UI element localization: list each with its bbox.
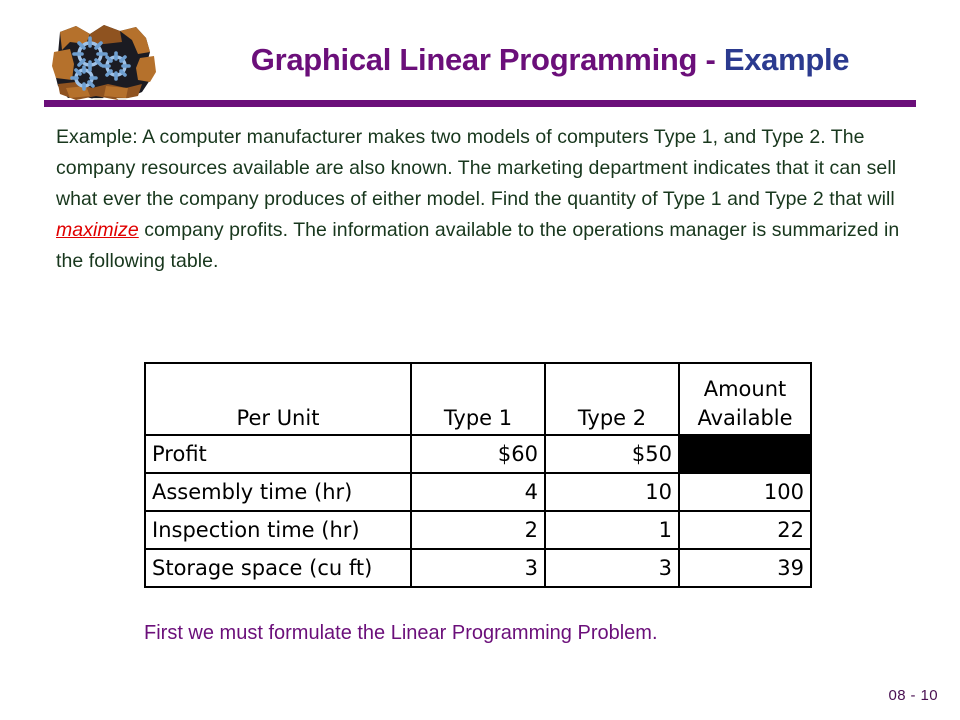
- row-label-profit: Profit: [144, 434, 412, 474]
- resource-requirements-table: Per Unit Type 1 Type 2 Amount Available …: [144, 362, 812, 588]
- row-label-inspection-time: Inspection time (hr): [144, 510, 412, 550]
- table-header-amount-available: Amount Available: [678, 362, 812, 436]
- table-header-amount-line2: Available: [697, 406, 793, 430]
- page-number: 08 - 10: [888, 687, 938, 704]
- row-label-assembly-time: Assembly time (hr): [144, 472, 412, 512]
- page-title-main: Graphical Linear Programming -: [250, 42, 724, 77]
- table-header-per-unit: Per Unit: [144, 362, 412, 436]
- table-header-row: Per Unit Type 1 Type 2 Amount Available: [144, 362, 812, 436]
- table-row: Profit $60 $50: [144, 434, 812, 474]
- paragraph-text-part1: Example: A computer manufacturer makes t…: [56, 126, 897, 210]
- table-row: Storage space (cu ft) 3 3 39: [144, 548, 812, 588]
- page-title-accent: Example: [723, 42, 850, 77]
- cell-inspection-type2: 1: [544, 510, 680, 550]
- table-row: Inspection time (hr) 2 1 22: [144, 510, 812, 550]
- row-label-storage-space: Storage space (cu ft): [144, 548, 412, 588]
- cell-storage-type1: 3: [410, 548, 546, 588]
- cell-profit-type1: $60: [410, 434, 546, 474]
- table-row: Assembly time (hr) 4 10 100: [144, 472, 812, 512]
- cell-storage-amount: 39: [678, 548, 812, 588]
- gears-breaking-through-wall-icon: [46, 22, 164, 104]
- slide-header: Graphical Linear Programming - Example: [0, 0, 960, 108]
- page-title: Graphical Linear Programming - Example: [170, 42, 930, 78]
- table-header-type2: Type 2: [544, 362, 680, 436]
- cell-inspection-amount: 22: [678, 510, 812, 550]
- cell-assembly-type1: 4: [410, 472, 546, 512]
- title-divider-rule: [44, 100, 916, 107]
- cell-storage-type2: 3: [544, 548, 680, 588]
- maximize-keyword: maximize: [56, 219, 139, 241]
- cell-assembly-type2: 10: [544, 472, 680, 512]
- cell-profit-amount-blacked-out: [678, 434, 812, 474]
- cell-profit-type2: $50: [544, 434, 680, 474]
- cell-inspection-type1: 2: [410, 510, 546, 550]
- paragraph-text-part2: company profits. The information availab…: [56, 219, 900, 272]
- cell-assembly-amount: 100: [678, 472, 812, 512]
- problem-statement-paragraph: Example: A computer manufacturer makes t…: [56, 122, 922, 277]
- closing-note: First we must formulate the Linear Progr…: [144, 622, 658, 644]
- table-header-type1: Type 1: [410, 362, 546, 436]
- table-header-amount-line1: Amount: [703, 377, 787, 401]
